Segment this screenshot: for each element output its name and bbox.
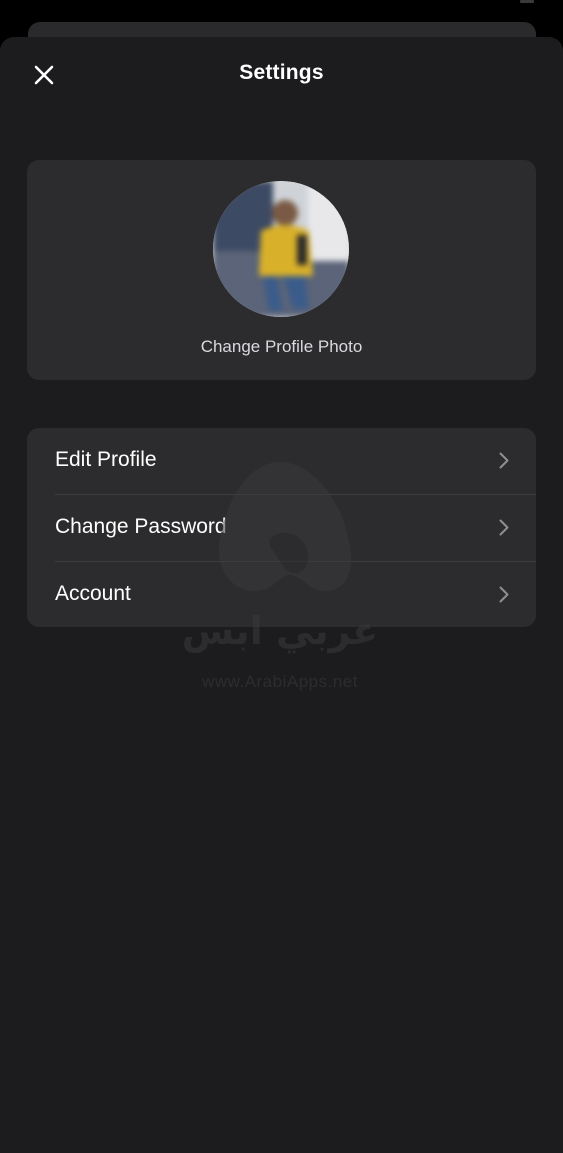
settings-sheet: Settings Change Profile Photo Edit Profi…	[0, 37, 563, 1153]
change-password-label: Change Password	[55, 515, 227, 538]
page-title: Settings	[239, 61, 324, 84]
account-label: Account	[55, 582, 131, 605]
watermark-url-text: www.ArabiApps.net	[202, 672, 358, 691]
avatar-photo	[213, 181, 349, 317]
edit-profile-row[interactable]: Edit Profile	[27, 428, 536, 494]
change-password-row[interactable]: Change Password	[27, 495, 536, 561]
settings-list: Edit Profile Change Password Account	[27, 428, 536, 627]
nav-bar: Settings	[0, 37, 563, 111]
chevron-right-icon	[499, 452, 509, 469]
change-profile-photo-link[interactable]: Change Profile Photo	[27, 337, 536, 357]
profile-photo-card: Change Profile Photo	[27, 160, 536, 380]
chevron-right-icon	[499, 586, 509, 603]
status-bar-indicator	[520, 0, 534, 3]
edit-profile-label: Edit Profile	[55, 448, 157, 471]
chevron-right-icon	[499, 519, 509, 536]
account-row[interactable]: Account	[27, 562, 536, 627]
avatar[interactable]	[213, 181, 349, 317]
